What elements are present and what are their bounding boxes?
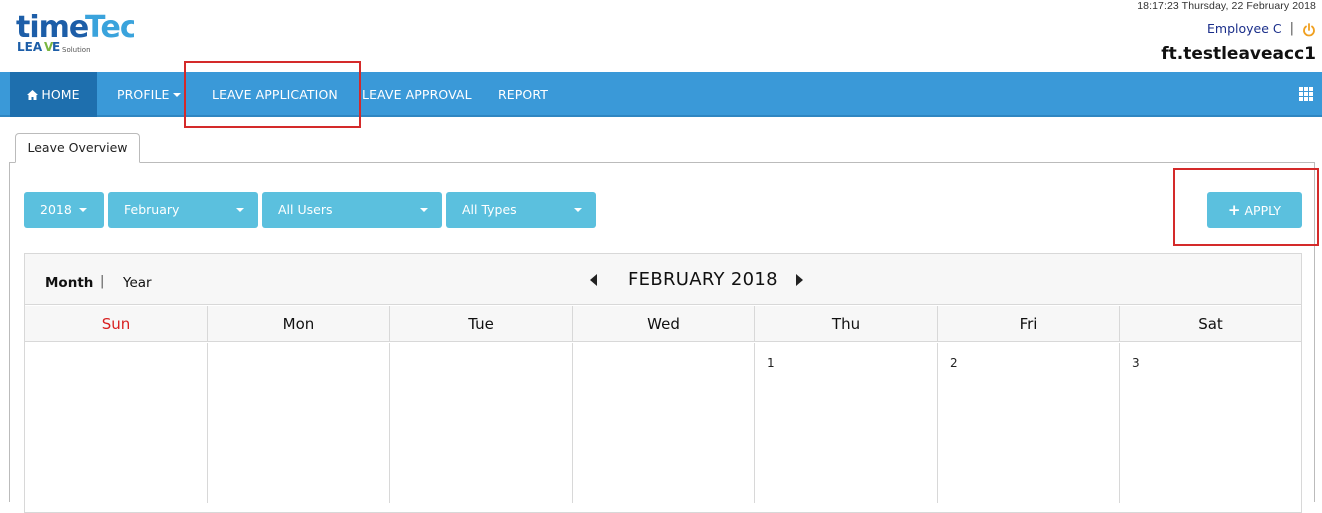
nav-home[interactable]: HOME <box>10 72 97 117</box>
account-name: ft.testleaveacc1 <box>1161 44 1316 64</box>
view-month-toggle[interactable]: Month <box>45 275 93 291</box>
nav-leave-approval[interactable]: LEAVE APPROVAL <box>362 72 472 117</box>
chevron-down-icon <box>236 208 244 212</box>
apps-grid-icon[interactable] <box>1299 87 1315 101</box>
year-select[interactable]: 2018 <box>24 192 104 228</box>
calendar-day-cell[interactable]: 1 <box>755 343 938 503</box>
types-select[interactable]: All Types <box>446 192 596 228</box>
users-select-value: All Users <box>278 202 333 217</box>
svg-text:E: E <box>52 40 60 54</box>
calendar-day-cell[interactable] <box>573 343 755 503</box>
next-month-icon[interactable] <box>796 274 803 286</box>
day-number: 2 <box>950 356 958 370</box>
user-info: Employee C | <box>1207 21 1316 36</box>
weekday-sun: Sun <box>25 306 208 342</box>
nav-profile[interactable]: PROFILE <box>117 72 181 117</box>
highlight-apply-button <box>1173 168 1319 246</box>
month-select-value: February <box>124 202 180 217</box>
separator: | <box>1289 21 1294 36</box>
nav-profile-label: PROFILE <box>117 87 170 102</box>
weekday-mon: Mon <box>208 306 390 342</box>
view-year-toggle[interactable]: Year <box>123 275 152 291</box>
calendar-week-row: 1 2 3 <box>25 343 1301 503</box>
svg-text:Solution: Solution <box>62 46 91 54</box>
users-select[interactable]: All Users <box>262 192 442 228</box>
weekday-thu: Thu <box>755 306 938 342</box>
day-number: 3 <box>1132 356 1140 370</box>
nav-home-label: HOME <box>41 87 80 102</box>
weekday-header: Sun Mon Tue Wed Thu Fri Sat <box>25 306 1301 342</box>
types-select-value: All Types <box>462 202 517 217</box>
view-separator: | <box>100 274 105 289</box>
svg-text:LEA: LEA <box>17 40 43 54</box>
chevron-down-icon <box>172 93 181 97</box>
chevron-down-icon <box>574 208 582 212</box>
day-number: 1 <box>767 356 775 370</box>
nav-report[interactable]: REPORT <box>498 72 548 117</box>
chevron-down-icon <box>79 208 87 212</box>
tab-leave-overview[interactable]: Leave Overview <box>15 133 140 163</box>
current-datetime: 18:17:23 Thursday, 22 February 2018 <box>1137 0 1316 12</box>
leave-calendar: Month | Year FEBRUARY 2018 Sun Mon Tue W… <box>24 253 1302 513</box>
prev-month-icon[interactable] <box>590 274 597 286</box>
highlight-leave-application <box>184 61 361 128</box>
svg-text:Tec: Tec <box>85 10 134 45</box>
calendar-title: FEBRUARY 2018 <box>628 269 778 290</box>
timetec-leave-logo[interactable]: time Tec LEA V E Solution <box>16 8 134 58</box>
weekday-wed: Wed <box>573 306 755 342</box>
employee-name[interactable]: Employee C <box>1207 21 1282 36</box>
calendar-day-cell[interactable] <box>208 343 390 503</box>
power-icon[interactable] <box>1302 22 1316 36</box>
chevron-down-icon <box>420 208 428 212</box>
weekday-fri: Fri <box>938 306 1120 342</box>
calendar-toolbar: Month | Year FEBRUARY 2018 <box>25 254 1301 305</box>
year-select-value: 2018 <box>40 202 72 217</box>
weekday-sat: Sat <box>1198 315 1223 333</box>
calendar-day-cell[interactable]: 3 <box>1120 343 1301 503</box>
month-select[interactable]: February <box>108 192 258 228</box>
calendar-day-cell[interactable] <box>25 343 208 503</box>
weekday-tue: Tue <box>390 306 573 342</box>
home-icon <box>27 73 39 100</box>
calendar-day-cell[interactable]: 2 <box>938 343 1120 503</box>
calendar-day-cell[interactable] <box>390 343 573 503</box>
